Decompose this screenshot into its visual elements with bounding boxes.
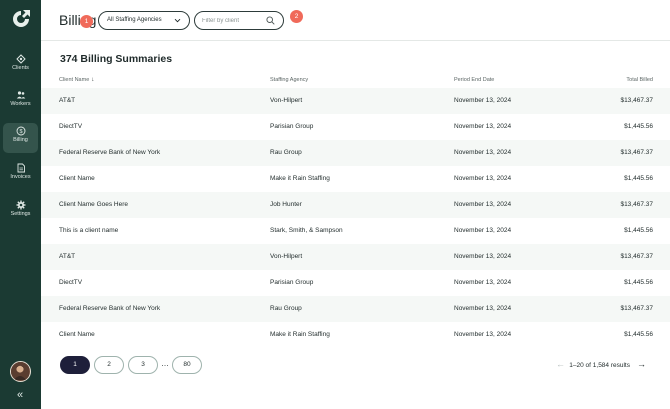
page-button-3[interactable]: 3	[128, 356, 158, 374]
chevron-down-icon	[174, 18, 181, 23]
table-row[interactable]: Client Name Goes Here Job Hunter Novembe…	[41, 192, 670, 218]
cell-staffing-agency: Make it Rain Staffing	[270, 331, 330, 338]
sidebar: Clients Workers $ Billing Invoices Setti…	[0, 0, 41, 409]
sidebar-item-label: Settings	[10, 211, 31, 217]
cell-staffing-agency: Von-Hilpert	[270, 253, 303, 260]
table-row[interactable]: AT&T Von-Hilpert November 13, 2024 $13,4…	[41, 244, 670, 270]
collapse-sidebar-button[interactable]: «	[13, 389, 27, 401]
cell-period-end-date: November 13, 2024	[454, 175, 512, 182]
cell-client-name: DiectTV	[59, 279, 83, 286]
cell-client-name: Client Name	[59, 175, 95, 182]
results-range: 1–20 of 1,584 results	[569, 362, 630, 369]
cell-period-end-date: November 13, 2024	[454, 253, 512, 260]
top-bar: Billing All Staffing Agencies	[41, 0, 670, 41]
cell-client-name: Federal Reserve Bank of New York	[59, 305, 161, 312]
sidebar-item-settings[interactable]: Settings	[3, 197, 38, 227]
cell-period-end-date: November 13, 2024	[454, 97, 512, 104]
table-row[interactable]: Client Name Make it Rain Staffing Novemb…	[41, 322, 670, 348]
column-header-client-name[interactable]: Client Name ↓	[59, 77, 94, 83]
cell-total-billed: $1,445.56	[624, 123, 653, 130]
sidebar-item-label: Billing	[13, 137, 28, 143]
cell-total-billed: $13,467.37	[620, 201, 653, 208]
svg-text:$: $	[19, 129, 22, 135]
cell-period-end-date: November 13, 2024	[454, 201, 512, 208]
table-row[interactable]: Federal Reserve Bank of New York Rau Gro…	[41, 296, 670, 322]
settings-icon	[16, 200, 25, 210]
next-page-arrow-icon[interactable]: →	[637, 359, 646, 369]
page-button-80[interactable]: 80	[172, 356, 202, 374]
cell-period-end-date: November 13, 2024	[454, 123, 512, 130]
table-row[interactable]: Client Name Make it Rain Staffing Novemb…	[41, 166, 670, 192]
cell-total-billed: $1,445.56	[624, 331, 653, 338]
cell-client-name: Client Name Goes Here	[59, 201, 128, 208]
cell-client-name: Client Name	[59, 331, 95, 338]
invoices-icon	[17, 163, 25, 173]
cell-period-end-date: November 13, 2024	[454, 149, 512, 156]
cell-total-billed: $13,467.37	[620, 253, 653, 260]
annotation-badge: 1	[80, 15, 93, 28]
main-content: 374 Billing Summaries Client Name ↓ Staff…	[41, 42, 670, 409]
client-filter	[194, 11, 284, 30]
cell-staffing-agency: Rau Group	[270, 305, 302, 312]
previous-page-arrow-icon[interactable]: ←	[556, 359, 565, 369]
cell-period-end-date: November 13, 2024	[454, 227, 512, 234]
cell-staffing-agency: Job Hunter	[270, 201, 302, 208]
page-button-2[interactable]: 2	[94, 356, 124, 374]
cell-total-billed: $13,467.37	[620, 97, 653, 104]
cell-staffing-agency: Von-Hilpert	[270, 97, 303, 104]
cell-total-billed: $13,467.37	[620, 149, 653, 156]
cell-staffing-agency: Make it Rain Staffing	[270, 175, 330, 182]
cell-staffing-agency: Rau Group	[270, 149, 302, 156]
app-logo-icon[interactable]	[10, 8, 32, 30]
cell-staffing-agency: Parisian Group	[270, 279, 314, 286]
cell-staffing-agency: Parisian Group	[270, 123, 314, 130]
sidebar-item-label: Invoices	[10, 174, 31, 180]
summary-count-title: 374 Billing Summaries	[60, 53, 173, 65]
sort-descending-icon[interactable]: ↓	[91, 77, 94, 83]
billing-icon: $	[16, 126, 25, 136]
sidebar-item-billing[interactable]: $ Billing	[3, 123, 38, 153]
cell-period-end-date: November 13, 2024	[454, 279, 512, 286]
sidebar-item-invoices[interactable]: Invoices	[3, 160, 38, 190]
cell-total-billed: $1,445.56	[624, 279, 653, 286]
column-header-period-end-date[interactable]: Period End Date	[454, 77, 494, 83]
table-row[interactable]: DiectTV Parisian Group November 13, 2024…	[41, 270, 670, 296]
staffing-agency-select-value: All Staffing Agencies	[107, 17, 162, 23]
column-header-total-billed[interactable]: Total Billed	[626, 77, 653, 83]
sidebar-item-label: Clients	[12, 65, 29, 71]
cell-client-name: AT&T	[59, 97, 76, 104]
table-row[interactable]: Federal Reserve Bank of New York Rau Gro…	[41, 140, 670, 166]
table-row[interactable]: This is a client name Stark, Smith, & Sa…	[41, 218, 670, 244]
cell-period-end-date: November 13, 2024	[454, 305, 512, 312]
clients-icon	[15, 54, 26, 64]
cell-total-billed: $13,467.37	[620, 305, 653, 312]
cell-client-name: AT&T	[59, 253, 76, 260]
client-filter-input[interactable]	[202, 15, 262, 27]
annotation-badge: 2	[290, 10, 303, 23]
avatar[interactable]	[10, 361, 31, 382]
table-row[interactable]: DiectTV Parisian Group November 13, 2024…	[41, 114, 670, 140]
sidebar-item-clients[interactable]: Clients	[3, 51, 38, 81]
cell-total-billed: $1,445.56	[624, 227, 653, 234]
cell-client-name: This is a client name	[59, 227, 119, 234]
cell-period-end-date: November 13, 2024	[454, 331, 512, 338]
cell-total-billed: $1,445.56	[624, 175, 653, 182]
cell-staffing-agency: Stark, Smith, & Sampson	[270, 227, 343, 234]
user-avatar-icon	[11, 362, 29, 380]
pagination-ellipsis: …	[161, 359, 169, 368]
search-icon[interactable]	[266, 16, 275, 25]
sidebar-item-label: Workers	[10, 101, 31, 107]
cell-client-name: Federal Reserve Bank of New York	[59, 149, 161, 156]
billing-table: AT&T Von-Hilpert November 13, 2024 $13,4…	[41, 88, 670, 348]
sidebar-item-workers[interactable]: Workers	[3, 87, 38, 117]
cell-client-name: DiectTV	[59, 123, 83, 130]
column-header-staffing-agency[interactable]: Staffing Agency	[270, 77, 308, 83]
workers-icon	[16, 91, 25, 99]
table-row[interactable]: AT&T Von-Hilpert November 13, 2024 $13,4…	[41, 88, 670, 114]
page-button-1[interactable]: 1	[60, 356, 90, 374]
staffing-agency-select[interactable]: All Staffing Agencies	[98, 11, 190, 30]
